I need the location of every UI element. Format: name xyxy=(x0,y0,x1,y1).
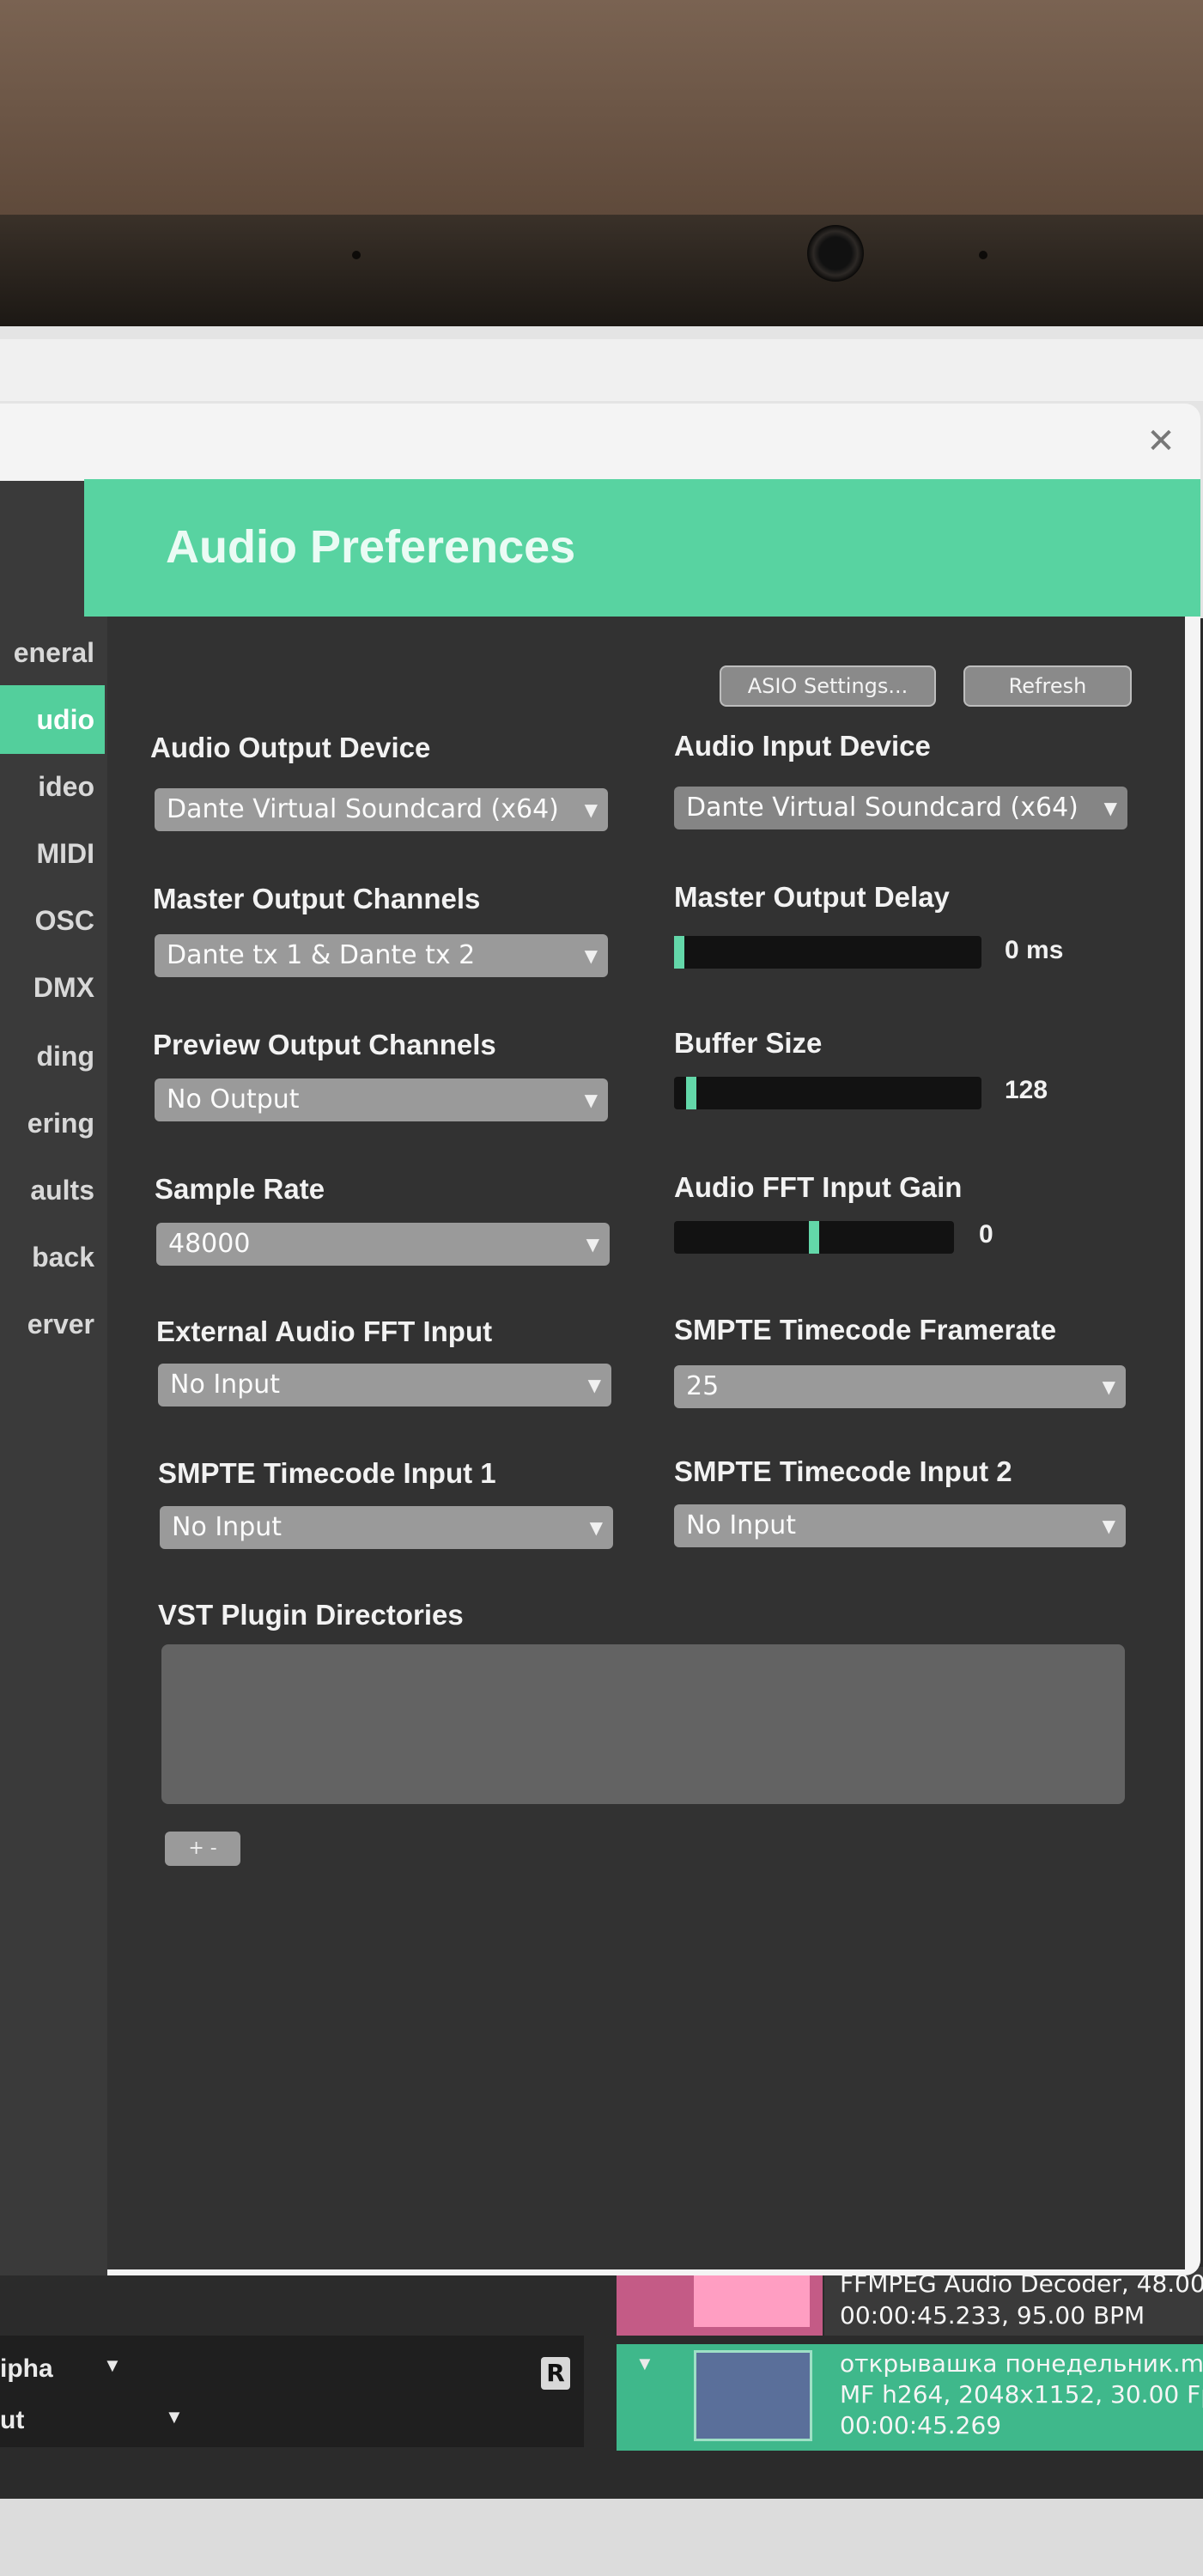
video-thumbnail xyxy=(694,2350,812,2441)
audio-fft-input-gain-slider[interactable] xyxy=(674,1221,954,1254)
sidebar-item-osc[interactable]: OSC xyxy=(0,895,105,946)
smpte-timecode-input-2-label: SMPTE Timecode Input 2 xyxy=(674,1455,1012,1487)
master-output-delay-slider[interactable] xyxy=(674,936,981,969)
close-icon[interactable]: ✕ xyxy=(1142,422,1180,460)
laptop-bezel xyxy=(0,215,1203,326)
asio-settings-button[interactable]: ASIO Settings... xyxy=(720,665,936,707)
slider-thumb[interactable] xyxy=(674,936,684,969)
select-value: No Input xyxy=(170,1370,281,1400)
r-badge[interactable]: R xyxy=(541,2357,570,2390)
sidebar-item-video[interactable]: ideo xyxy=(0,761,105,812)
slider-thumb[interactable] xyxy=(809,1221,819,1254)
chevron-down-icon: ▼ xyxy=(1103,798,1117,818)
smpte-timecode-framerate-label: SMPTE Timecode Framerate xyxy=(674,1314,1057,1346)
audio-settings-panel xyxy=(107,617,1185,2269)
master-output-delay-label: Master Output Delay xyxy=(674,881,950,913)
clip-2-line-1: открывашка понедельник.mp4 xyxy=(840,2349,1203,2378)
chevron-down-icon[interactable]: ▼ xyxy=(635,2353,654,2375)
audio-output-device-label: Audio Output Device xyxy=(150,732,431,763)
audio-output-device-select[interactable]: Dante Virtual Soundcard (x64) ▼ xyxy=(155,788,608,831)
select-value: Dante Virtual Soundcard (x64) xyxy=(686,793,1078,823)
sidebar-item-midi[interactable]: MIDI xyxy=(0,828,105,879)
smpte-timecode-input-2-select[interactable]: No Input ▼ xyxy=(674,1504,1126,1547)
smpte-timecode-framerate-select[interactable]: 25 ▼ xyxy=(674,1365,1126,1408)
master-output-channels-select[interactable]: Dante tx 1 & Dante tx 2 ▼ xyxy=(155,934,608,977)
bg-row-label-2: ut xyxy=(0,2406,25,2434)
background-wall xyxy=(0,0,1203,215)
add-remove-directory-button[interactable]: + - xyxy=(165,1832,240,1866)
bg-row-label-1: ipha xyxy=(0,2354,53,2383)
sidebar-item-server[interactable]: erver xyxy=(0,1298,105,1350)
preview-output-channels-label: Preview Output Channels xyxy=(153,1029,496,1060)
smpte-timecode-input-1-select[interactable]: No Input ▼ xyxy=(160,1506,613,1549)
chevron-down-icon[interactable]: ▼ xyxy=(165,2406,184,2428)
clip-2-line-3: 00:00:45.269 xyxy=(840,2411,1002,2439)
chevron-down-icon: ▼ xyxy=(584,1090,598,1110)
select-value: No Input xyxy=(686,1510,797,1540)
clip-2-line-2: MF h264, 2048x1152, 30.00 Fps xyxy=(840,2380,1203,2409)
master-output-channels-label: Master Output Channels xyxy=(153,883,481,914)
sample-rate-select[interactable]: 48000 ▼ xyxy=(156,1223,610,1266)
webcam-icon xyxy=(807,225,864,282)
chevron-down-icon: ▼ xyxy=(589,1517,603,1538)
sidebar-item-general[interactable]: eneral xyxy=(0,627,105,678)
sidebar-item-playback[interactable]: back xyxy=(0,1231,105,1283)
audio-fft-input-gain-label: Audio FFT Input Gain xyxy=(674,1171,963,1203)
chevron-down-icon: ▼ xyxy=(1102,1516,1115,1536)
buffer-size-slider[interactable] xyxy=(674,1077,981,1109)
vst-plugin-directories-list[interactable] xyxy=(161,1644,1125,1804)
audio-input-device-select[interactable]: Dante Virtual Soundcard (x64) ▼ xyxy=(674,787,1127,829)
preview-output-channels-select[interactable]: No Output ▼ xyxy=(155,1078,608,1121)
select-value: No Output xyxy=(167,1084,300,1115)
chevron-down-icon: ▼ xyxy=(587,1375,601,1395)
select-value: 48000 xyxy=(168,1229,251,1259)
chevron-down-icon: ▼ xyxy=(584,799,598,820)
sidebar-item-recording[interactable]: ding xyxy=(0,1030,105,1082)
screen-top-strip xyxy=(0,339,1203,401)
sidebar-item-defaults[interactable]: aults xyxy=(0,1164,105,1216)
audio-fft-input-gain-value: 0 xyxy=(979,1220,993,1249)
clip-1-line-2: 00:00:45.233, 95.00 BPM xyxy=(840,2301,1145,2330)
slider-thumb[interactable] xyxy=(686,1077,696,1109)
buffer-size-value: 128 xyxy=(1005,1076,1048,1104)
chevron-down-icon: ▼ xyxy=(586,1234,599,1255)
select-value: 25 xyxy=(686,1371,720,1401)
master-output-delay-value: 0 ms xyxy=(1005,936,1064,964)
chevron-down-icon: ▼ xyxy=(584,945,598,966)
bezel-sensor-left xyxy=(352,251,361,259)
refresh-button[interactable]: Refresh xyxy=(963,665,1132,707)
external-audio-fft-input-label: External Audio FFT Input xyxy=(156,1315,493,1347)
page-title: Audio Preferences xyxy=(166,521,576,573)
screen-bottom xyxy=(0,2499,1203,2576)
sidebar-item-dmx[interactable]: DMX xyxy=(0,962,105,1013)
sidebar-item-rendering[interactable]: ering xyxy=(0,1097,105,1149)
sample-rate-label: Sample Rate xyxy=(155,1173,325,1205)
buffer-size-label: Buffer Size xyxy=(674,1027,823,1059)
bezel-sensor-right xyxy=(979,251,987,259)
dialog-header: Audio Preferences xyxy=(84,479,1200,617)
chevron-down-icon[interactable]: ▼ xyxy=(103,2354,122,2377)
vst-plugin-directories-label: VST Plugin Directories xyxy=(158,1599,464,1631)
select-value: Dante tx 1 & Dante tx 2 xyxy=(167,940,476,970)
external-audio-fft-input-select[interactable]: No Input ▼ xyxy=(158,1364,611,1406)
audio-input-device-label: Audio Input Device xyxy=(674,730,931,762)
select-value: Dante Virtual Soundcard (x64) xyxy=(167,794,559,824)
background-app-properties xyxy=(0,2336,584,2447)
preferences-sidebar: eneral udio ideo MIDI OSC DMX ding ering… xyxy=(0,481,107,2275)
sidebar-item-audio[interactable]: udio xyxy=(0,685,105,754)
select-value: No Input xyxy=(172,1512,283,1542)
chevron-down-icon: ▼ xyxy=(1102,1376,1115,1397)
waveform-icon xyxy=(694,2267,810,2327)
smpte-timecode-input-1-label: SMPTE Timecode Input 1 xyxy=(158,1457,496,1489)
